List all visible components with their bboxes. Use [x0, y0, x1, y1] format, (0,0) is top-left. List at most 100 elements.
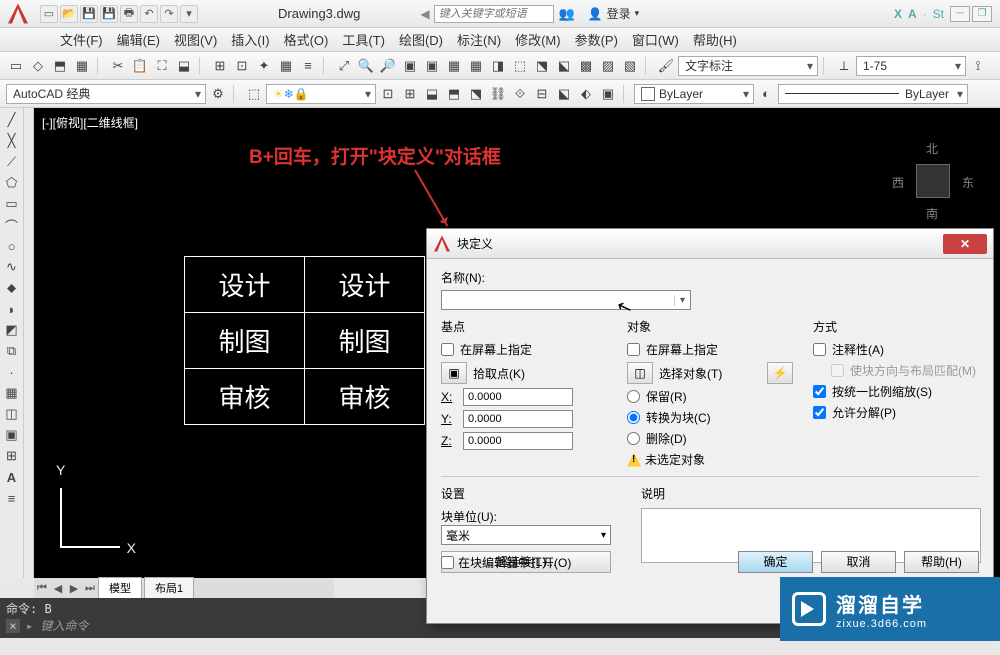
onscreen-checkbox[interactable]	[441, 343, 454, 356]
chevron-left-icon[interactable]: ◀	[420, 7, 429, 21]
quickselect-button[interactable]: ⚡	[767, 362, 793, 384]
tab-prev-icon[interactable]: ◀	[50, 580, 66, 596]
viewcube[interactable]: 北 南 西 东	[888, 136, 978, 226]
tool-icon[interactable]: ✦	[254, 56, 274, 76]
tool-icon[interactable]: ◨	[488, 56, 508, 76]
tool-icon[interactable]: ⤢	[334, 56, 354, 76]
x-input[interactable]	[463, 388, 573, 406]
workspace-combo[interactable]: AutoCAD 经典 ▾	[6, 84, 206, 104]
rect-icon[interactable]: ▭	[2, 194, 22, 214]
tool-icon[interactable]: ✂	[108, 56, 128, 76]
line-icon[interactable]: ╱	[2, 110, 22, 130]
select-obj-button[interactable]: ◫	[627, 362, 653, 384]
tool-icon[interactable]: ⬒	[50, 56, 70, 76]
tool-icon[interactable]: ⬕	[554, 56, 574, 76]
explode-checkbox[interactable]	[813, 406, 826, 419]
tool-icon[interactable]: ⬔	[532, 56, 552, 76]
color-combo[interactable]: ByLayer ▾	[634, 84, 754, 104]
ucs-icon[interactable]: Y X	[60, 478, 130, 548]
pline-icon[interactable]: ⟋	[2, 152, 22, 172]
tab-layout1[interactable]: 布局1	[144, 577, 194, 599]
retain-radio[interactable]	[627, 390, 640, 403]
tab-first-icon[interactable]: ⏮	[34, 580, 50, 596]
menu-modify[interactable]: 修改(M)	[509, 28, 567, 51]
tool-icon[interactable]: ⟟	[968, 56, 988, 76]
login-link[interactable]: 👤 登录 ▾	[588, 5, 640, 22]
circle-icon[interactable]: ○	[2, 236, 22, 256]
close-icon[interactable]: ✕	[943, 234, 987, 254]
tool-icon[interactable]: ▦	[466, 56, 486, 76]
menu-tools[interactable]: 工具(T)	[336, 28, 391, 51]
tool-icon[interactable]: ⛓	[488, 84, 508, 104]
cancel-button[interactable]: 取消	[821, 551, 896, 573]
block-name-input[interactable]: ▾	[441, 290, 691, 310]
tool-icon[interactable]: ⊡	[378, 84, 398, 104]
tool-icon[interactable]: ⊞	[400, 84, 420, 104]
tool-icon[interactable]: ⬓	[422, 84, 442, 104]
y-input[interactable]	[463, 410, 573, 428]
search-icon[interactable]: 👥	[558, 5, 576, 23]
mline-icon[interactable]: ≡	[2, 488, 22, 508]
open-editor-checkbox[interactable]	[441, 556, 454, 569]
help-button[interactable]: 帮助(H)	[904, 551, 979, 573]
menu-format[interactable]: 格式(O)	[278, 28, 335, 51]
viewcube-west[interactable]: 西	[892, 174, 904, 191]
onscreen-obj-checkbox[interactable]	[627, 343, 640, 356]
dim-icon[interactable]: ⟂	[834, 56, 854, 76]
tool-icon[interactable]: ⬒	[444, 84, 464, 104]
layer-icon[interactable]: ⬚	[244, 84, 264, 104]
tool-icon[interactable]: ▦	[72, 56, 92, 76]
saveas-icon[interactable]: 💾	[100, 5, 118, 23]
uniform-checkbox[interactable]	[813, 385, 826, 398]
viewcube-face[interactable]	[916, 164, 950, 198]
viewcube-south[interactable]: 南	[926, 205, 938, 222]
new-icon[interactable]: ▭	[40, 5, 58, 23]
tool-icon[interactable]: ⊡	[232, 56, 252, 76]
region-icon[interactable]: ▣	[2, 425, 22, 445]
menu-help[interactable]: 帮助(H)	[687, 28, 743, 51]
search-input[interactable]	[434, 5, 554, 23]
ok-button[interactable]: 确定	[738, 551, 813, 573]
tool-icon[interactable]: ▦	[444, 56, 464, 76]
delete-radio[interactable]	[627, 432, 640, 445]
tool-icon[interactable]: ▣	[422, 56, 442, 76]
viewcube-north[interactable]: 北	[926, 140, 938, 157]
xline-icon[interactable]: ╳	[2, 131, 22, 151]
grad-icon[interactable]: ◫	[2, 404, 22, 424]
open-icon[interactable]: 📂	[60, 5, 78, 23]
spline-icon[interactable]: ∿	[2, 257, 22, 277]
tool-icon[interactable]: ◐	[756, 84, 776, 104]
dimscale-combo[interactable]: 1-75 ▾	[856, 56, 966, 76]
tool-icon[interactable]: ▣	[400, 56, 420, 76]
tool-icon[interactable]: ▧	[620, 56, 640, 76]
tool-icon[interactable]: ▩	[576, 56, 596, 76]
redo-icon[interactable]: ↷	[160, 5, 178, 23]
tool-icon[interactable]: ▦	[276, 56, 296, 76]
print-icon[interactable]: 🖶	[120, 5, 138, 23]
convert-radio[interactable]	[627, 411, 640, 424]
menu-insert[interactable]: 插入(I)	[225, 28, 275, 51]
exchange-a-icon[interactable]: A	[908, 7, 917, 21]
tool-icon[interactable]: ⊞	[210, 56, 230, 76]
tool-icon[interactable]: ⛶	[152, 56, 172, 76]
tool-icon[interactable]: ⬚	[510, 56, 530, 76]
layer-combo[interactable]: ☀❄🔒 ▾	[266, 84, 376, 104]
undo-icon[interactable]: ↶	[140, 5, 158, 23]
tool-icon[interactable]: ⟐	[510, 84, 530, 104]
unit-combo[interactable]: 毫米▾	[441, 525, 611, 545]
signin-icon[interactable]: St	[933, 7, 944, 21]
brush-icon[interactable]: 🖌	[656, 56, 676, 76]
tool-icon[interactable]: ◇	[28, 56, 48, 76]
z-input[interactable]	[463, 432, 573, 450]
tool-icon[interactable]: 📋	[130, 56, 150, 76]
hatch-icon[interactable]: ▦	[2, 383, 22, 403]
polygon-icon[interactable]: ⬠	[2, 173, 22, 193]
textstyle-combo[interactable]: 文字标注 ▾	[678, 56, 818, 76]
menu-window[interactable]: 窗口(W)	[626, 28, 685, 51]
tool-icon[interactable]: 🔎	[378, 56, 398, 76]
qat-dd-icon[interactable]: ▾	[180, 5, 198, 23]
tool-icon[interactable]: ⬔	[466, 84, 486, 104]
menu-draw[interactable]: 绘图(D)	[393, 28, 449, 51]
save-icon[interactable]: 💾	[80, 5, 98, 23]
tool-icon[interactable]: ⬓	[174, 56, 194, 76]
